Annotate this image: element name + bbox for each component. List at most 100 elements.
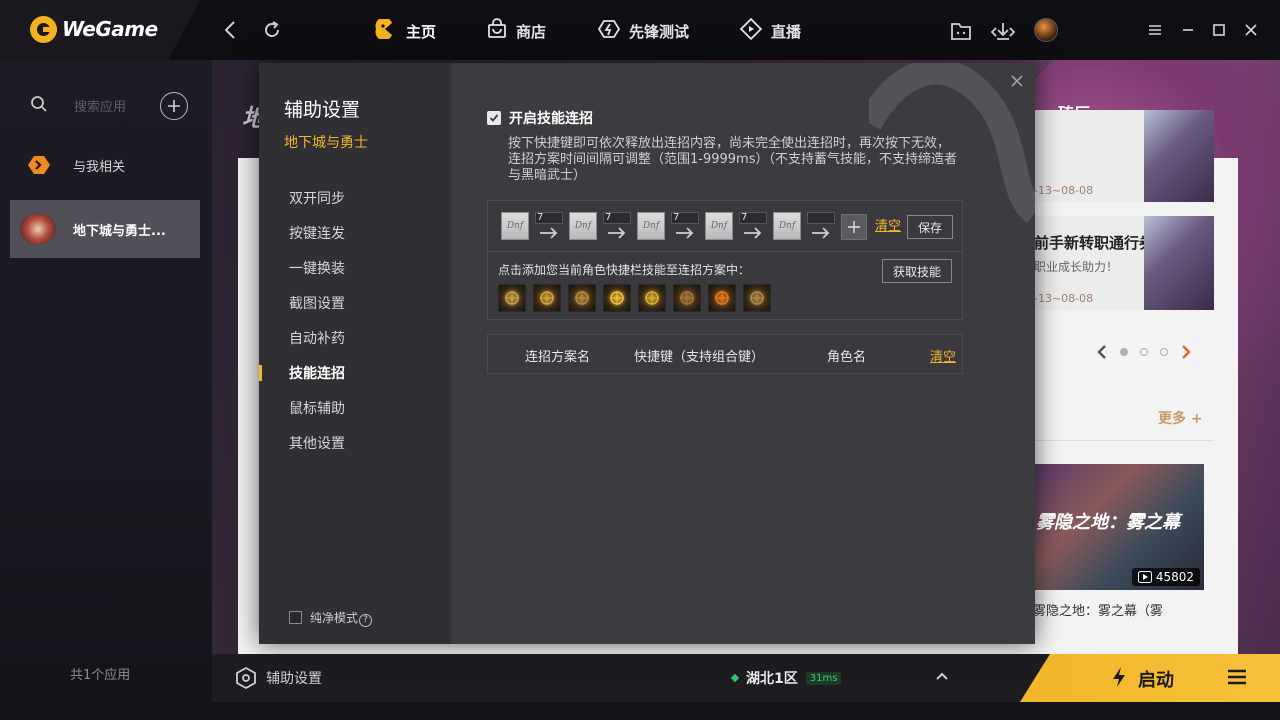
pure-mode-checkbox[interactable] <box>289 611 302 625</box>
nav-live[interactable]: 直播 <box>739 17 802 45</box>
download-icon[interactable] <box>990 18 1016 44</box>
carousel-dot[interactable] <box>1160 348 1168 356</box>
launch-button[interactable]: 启动 <box>1020 654 1280 702</box>
divider <box>488 251 962 252</box>
maximize-icon[interactable] <box>1209 20 1229 40</box>
messages-icon[interactable] <box>948 18 974 44</box>
chevron-right-icon[interactable] <box>1180 344 1192 360</box>
arrow-right-icon <box>744 227 762 239</box>
combo-skill-slot[interactable]: Dnf <box>773 212 801 240</box>
skill-icon-2[interactable] <box>533 284 561 312</box>
search-placeholder: 搜索应用 <box>74 100 127 115</box>
more-label: 更多 <box>1158 411 1186 427</box>
combo-skill-slot[interactable]: Dnf <box>569 212 597 240</box>
carousel-dot[interactable] <box>1120 348 1128 356</box>
menu-item-key-repeat[interactable]: 按键连发 <box>289 224 345 244</box>
skill-icon-4[interactable] <box>603 284 631 312</box>
ping-badge: 31ms <box>805 671 842 685</box>
app-count: 共1个应用 <box>70 668 131 683</box>
top-bar: WeGame 主页 商店 先锋测试 直播 <box>0 0 1280 60</box>
minimize-icon[interactable] <box>1178 20 1198 40</box>
save-button[interactable]: 保存 <box>907 215 953 239</box>
server-selector[interactable]: 湖北1区 31ms <box>730 668 842 688</box>
interval-input[interactable]: 7 <box>535 212 563 224</box>
store-icon <box>486 18 508 44</box>
help-icon[interactable]: ? <box>359 613 373 627</box>
menu-item-mouse-assist[interactable]: 鼠标辅助 <box>289 399 345 419</box>
user-avatar[interactable] <box>1034 18 1058 42</box>
carousel-dot[interactable] <box>1140 348 1148 356</box>
divider <box>1034 440 1214 441</box>
enable-combo-toggle[interactable]: 开启技能连招 <box>487 108 593 128</box>
close-icon[interactable] <box>1241 20 1261 40</box>
enable-combo-label: 开启技能连招 <box>509 111 593 127</box>
search-icon <box>31 96 47 112</box>
skill-icon-3[interactable] <box>568 284 596 312</box>
nav-home[interactable]: 主页 <box>374 17 437 44</box>
bolt-icon <box>1110 666 1128 692</box>
chevron-left-icon[interactable] <box>1096 344 1108 360</box>
pioneer-icon <box>597 18 621 44</box>
server-status-icon <box>730 673 740 683</box>
card-art <box>1144 216 1214 310</box>
nav-store[interactable]: 商店 <box>486 18 546 44</box>
nav-pioneer[interactable]: 先锋测试 <box>597 18 689 44</box>
dialog-close-icon[interactable] <box>1009 73 1025 89</box>
fetch-skills-button[interactable]: 获取技能 <box>882 259 952 283</box>
back-icon[interactable] <box>218 18 242 42</box>
interval-input[interactable]: 7 <box>739 212 767 224</box>
menu-icon[interactable] <box>1145 20 1165 40</box>
news-card-1[interactable]: -13~08-08 <box>1034 110 1214 202</box>
pure-mode-toggle[interactable]: 纯净模式? <box>289 609 373 627</box>
nav-live-label: 直播 <box>771 22 802 41</box>
interval-input[interactable] <box>807 212 835 224</box>
sidebar-item-dnf[interactable]: 地下城与勇士... <box>10 200 200 258</box>
carousel-controls <box>1096 342 1208 362</box>
clear-table-link[interactable]: 清空 <box>930 346 956 365</box>
clear-combo-link[interactable]: 清空 <box>875 215 901 234</box>
menu-item-quick-equip[interactable]: 一键换装 <box>289 259 345 279</box>
logo-text: WeGame <box>62 17 158 41</box>
related-icon <box>26 154 52 180</box>
combo-skill-slot[interactable]: Dnf <box>637 212 665 240</box>
skill-icon-6[interactable] <box>673 284 701 312</box>
dialog-sidebar: 辅助设置 地下城与勇士 双开同步 按键连发 一键换装 截图设置 自动补药 技能连… <box>259 63 451 644</box>
combo-skill-slot[interactable]: Dnf <box>705 212 733 240</box>
menu-item-auto-potion[interactable]: 自动补药 <box>289 329 345 349</box>
interval-input[interactable]: 7 <box>671 212 699 224</box>
dialog-game-name: 地下城与勇士 <box>284 135 368 151</box>
enable-combo-checkbox[interactable] <box>487 111 501 125</box>
menu-item-skill-combo[interactable]: 技能连招 <box>289 364 345 384</box>
live-icon <box>739 17 763 45</box>
launch-menu-icon[interactable] <box>1226 666 1248 692</box>
add-skill-tip: 点击添加您当前角色快捷栏技能至连招方案中： <box>498 263 751 277</box>
view-count-value: 45802 <box>1155 570 1194 584</box>
nav-pioneer-label: 先锋测试 <box>629 22 690 41</box>
more-link[interactable]: 更多 + <box>1158 408 1203 428</box>
refresh-icon[interactable] <box>260 18 284 42</box>
menu-item-other[interactable]: 其他设置 <box>289 434 345 454</box>
combo-skill-slot[interactable]: Dnf <box>501 212 529 240</box>
play-icon <box>1137 571 1152 583</box>
skill-icon-8[interactable] <box>743 284 771 312</box>
interval-input[interactable]: 7 <box>603 212 631 224</box>
assist-settings-button[interactable]: 辅助设置 <box>234 666 322 690</box>
skill-icon-5[interactable] <box>638 284 666 312</box>
arrow-right-icon <box>676 227 694 239</box>
skill-icon-7[interactable] <box>708 284 736 312</box>
sidebar-item-related[interactable]: 与我相关 <box>10 136 200 194</box>
video-view-count: 45802 <box>1131 568 1200 586</box>
news-card-2[interactable]: 前手新转职通行券 职业成长助力！ -13~08-08 <box>1034 216 1214 310</box>
chevron-up-icon[interactable] <box>934 668 950 688</box>
plus-icon <box>848 221 860 233</box>
add-skill-button[interactable] <box>841 214 867 240</box>
add-app-button[interactable] <box>160 92 188 120</box>
assist-settings-label: 辅助设置 <box>266 671 322 687</box>
menu-item-screenshot[interactable]: 截图设置 <box>289 294 345 314</box>
skill-icon-1[interactable] <box>498 284 526 312</box>
menu-item-dual-sync[interactable]: 双开同步 <box>289 189 345 209</box>
nav-home-label: 主页 <box>406 22 437 41</box>
launch-label: 启动 <box>1138 670 1174 691</box>
video-caption[interactable]: 】雾隐之地：雾之幕（雾 <box>1020 600 1163 619</box>
server-name: 湖北1区 <box>746 671 798 687</box>
